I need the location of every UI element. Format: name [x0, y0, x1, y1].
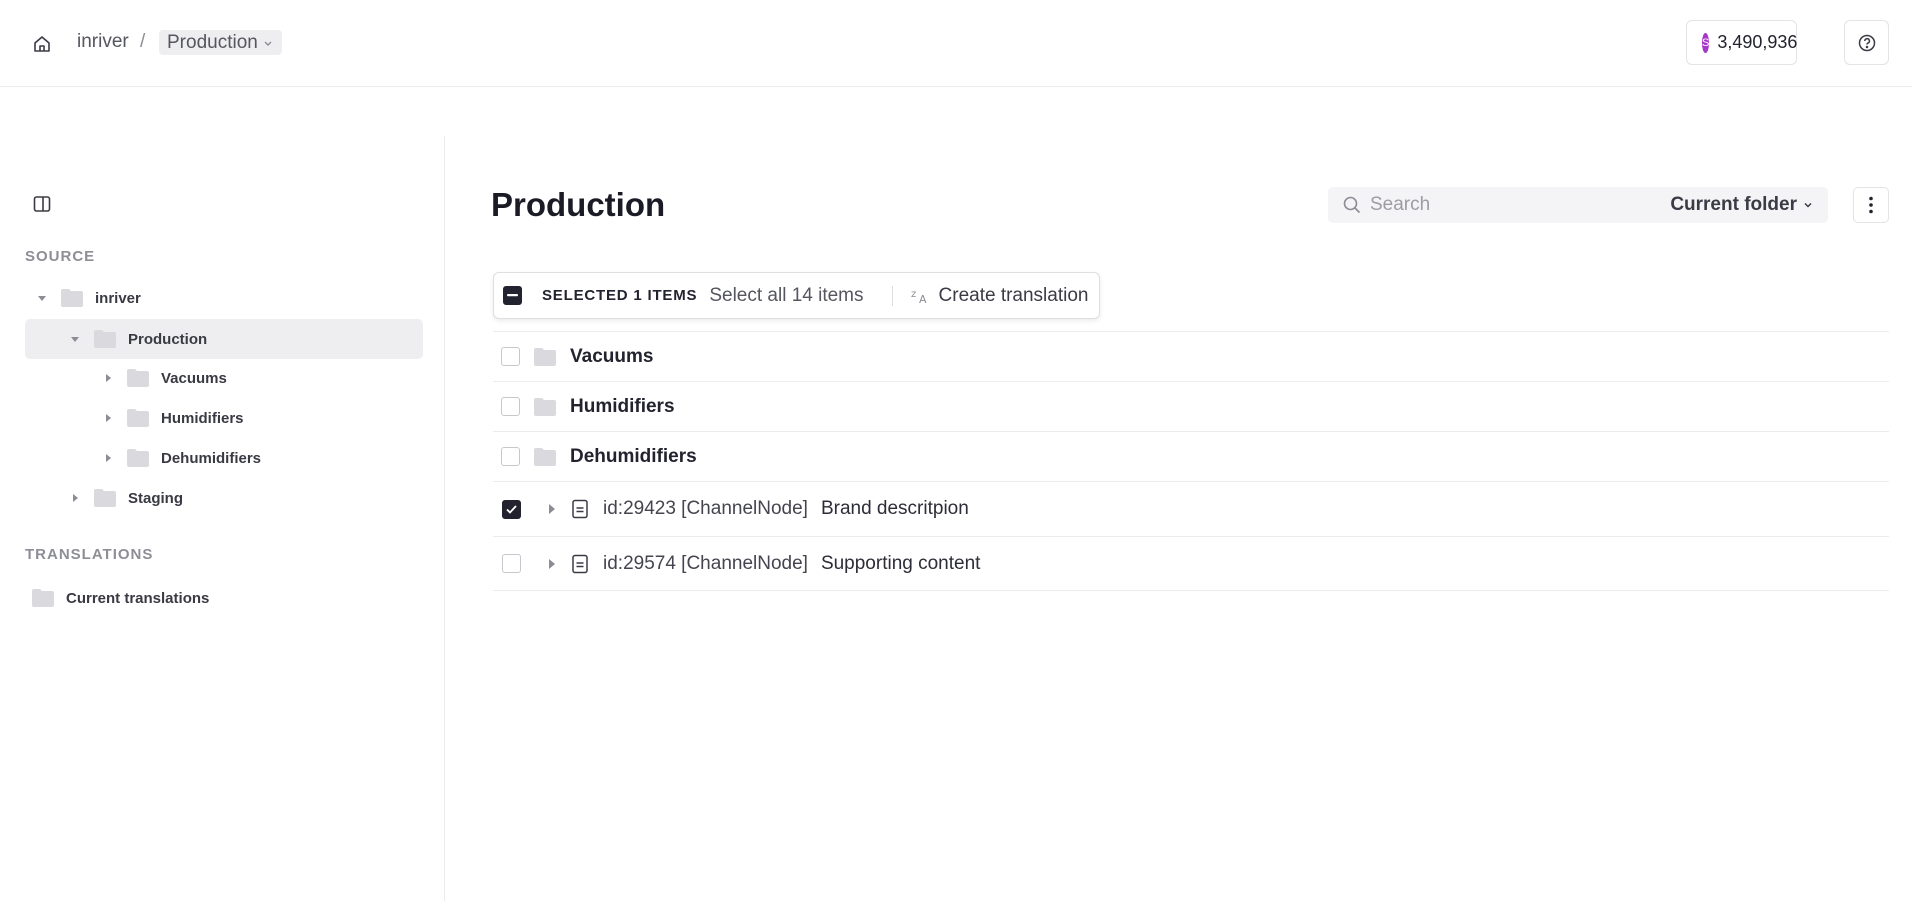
tree-item-label: Staging: [128, 489, 183, 507]
search-scope-dropdown[interactable]: Current folder: [1670, 187, 1814, 223]
folder-icon: [534, 447, 556, 466]
breadcrumb-root[interactable]: inriver: [77, 31, 129, 53]
svg-text:z: z: [911, 289, 916, 300]
select-all-checkbox[interactable]: [503, 286, 522, 305]
folder-name[interactable]: Humidifiers: [570, 396, 675, 418]
folder-icon: [534, 347, 556, 366]
document-title[interactable]: Supporting content: [821, 553, 981, 575]
folder-icon: [32, 589, 54, 607]
chevron-down-icon: [1804, 202, 1812, 208]
tree-item-label: Vacuums: [161, 369, 227, 387]
tree-item-label: inriver: [95, 289, 141, 307]
folder-icon: [127, 449, 149, 467]
kebab-menu-icon: [1869, 196, 1873, 214]
caret-right-icon[interactable]: [103, 453, 113, 463]
more-options-button[interactable]: [1853, 187, 1889, 223]
document-row[interactable]: id:29574 [ChannelNode] Supporting conten…: [493, 536, 1889, 591]
selected-count: SELECTED 1 ITEMS: [542, 287, 698, 304]
top-bar: inriver / Production S 3,490,936: [0, 0, 1912, 87]
checkmark-icon: [506, 504, 517, 514]
search-scope-label: Current folder: [1670, 194, 1797, 215]
help-button[interactable]: [1844, 20, 1889, 65]
caret-right-icon[interactable]: [547, 558, 557, 570]
caret-right-icon[interactable]: [70, 493, 80, 503]
tree-item-humidifiers[interactable]: Humidifiers: [103, 398, 423, 438]
folder-name[interactable]: Dehumidifiers: [570, 446, 697, 468]
item-list: Vacuums Humidifiers Dehumidifiers id:294…: [493, 331, 1889, 591]
tree-item-vacuums[interactable]: Vacuums: [103, 358, 423, 398]
document-icon: [572, 554, 588, 573]
folder-icon: [94, 330, 116, 348]
document-icon: [572, 499, 588, 519]
folder-name[interactable]: Vacuums: [570, 346, 653, 368]
credits-badge[interactable]: S 3,490,936: [1686, 20, 1797, 65]
tree-item-current-translations[interactable]: Current translations: [32, 578, 423, 618]
sidebar: SOURCE inriver Production Vacuums Humidi…: [0, 136, 445, 901]
folder-row-humidifiers[interactable]: Humidifiers: [493, 381, 1889, 431]
row-checkbox-checked[interactable]: [502, 499, 521, 519]
folder-icon: [61, 289, 83, 307]
folder-row-dehumidifiers[interactable]: Dehumidifiers: [493, 431, 1889, 481]
caret-down-icon[interactable]: [70, 334, 80, 344]
source-section-title: SOURCE: [25, 248, 96, 265]
document-id: id:29574 [ChannelNode]: [603, 552, 808, 574]
caret-down-icon[interactable]: [37, 293, 47, 303]
row-checkbox[interactable]: [501, 347, 520, 366]
page-title: Production: [491, 186, 666, 223]
folder-icon: [127, 409, 149, 427]
breadcrumb-current-label: Production: [167, 31, 258, 53]
tree-item-label: Current translations: [66, 589, 210, 607]
tree-item-label: Humidifiers: [161, 409, 244, 427]
caret-right-icon[interactable]: [547, 503, 557, 515]
breadcrumb-separator: /: [140, 31, 146, 52]
caret-right-icon[interactable]: [103, 413, 113, 423]
folder-row-vacuums[interactable]: Vacuums: [493, 331, 1889, 381]
breadcrumb-current-dropdown[interactable]: Production: [159, 30, 282, 55]
tree-item-label: Production: [128, 330, 208, 348]
document-row[interactable]: id:29423 [ChannelNode] Brand descritpion: [493, 481, 1889, 536]
tree-item-production[interactable]: Production: [25, 319, 423, 359]
toolbar-divider: [891, 285, 893, 306]
credits-value: 3,490,936: [1717, 32, 1798, 52]
translations-section-title: TRANSLATIONS: [25, 546, 154, 563]
panel-toggle-icon[interactable]: [32, 194, 52, 214]
search-bar: Current folder: [1328, 187, 1828, 223]
chevron-down-icon: [264, 41, 272, 46]
create-translation-button[interactable]: zA Create translation: [911, 285, 1089, 307]
row-checkbox[interactable]: [501, 397, 520, 416]
translate-icon: zA: [911, 289, 927, 304]
create-translation-label: Create translation: [938, 284, 1089, 306]
folder-icon: [94, 489, 116, 507]
document-id: id:29423 [ChannelNode]: [603, 498, 808, 519]
coin-icon: S: [1702, 32, 1710, 53]
document-title[interactable]: Brand descritpion: [821, 498, 969, 520]
folder-icon: [127, 369, 149, 387]
folder-icon: [534, 397, 556, 416]
tree-item-label: Dehumidifiers: [161, 449, 262, 467]
tree-item-inriver[interactable]: inriver: [37, 278, 423, 318]
search-input[interactable]: [1370, 194, 1670, 216]
home-icon[interactable]: [30, 32, 54, 56]
svg-text:A: A: [919, 293, 927, 304]
help-icon: [1858, 34, 1875, 51]
search-icon: [1343, 196, 1361, 214]
tree-item-staging[interactable]: Staging: [70, 478, 423, 518]
minus-icon: [507, 294, 518, 297]
row-checkbox[interactable]: [502, 554, 521, 573]
select-all-link[interactable]: Select all 14 items: [709, 285, 863, 307]
row-checkbox[interactable]: [501, 447, 520, 466]
caret-right-icon[interactable]: [103, 373, 113, 383]
tree-item-dehumidifiers[interactable]: Dehumidifiers: [103, 438, 423, 478]
selection-toolbar: SELECTED 1 ITEMS Select all 14 items zA …: [493, 272, 1100, 319]
